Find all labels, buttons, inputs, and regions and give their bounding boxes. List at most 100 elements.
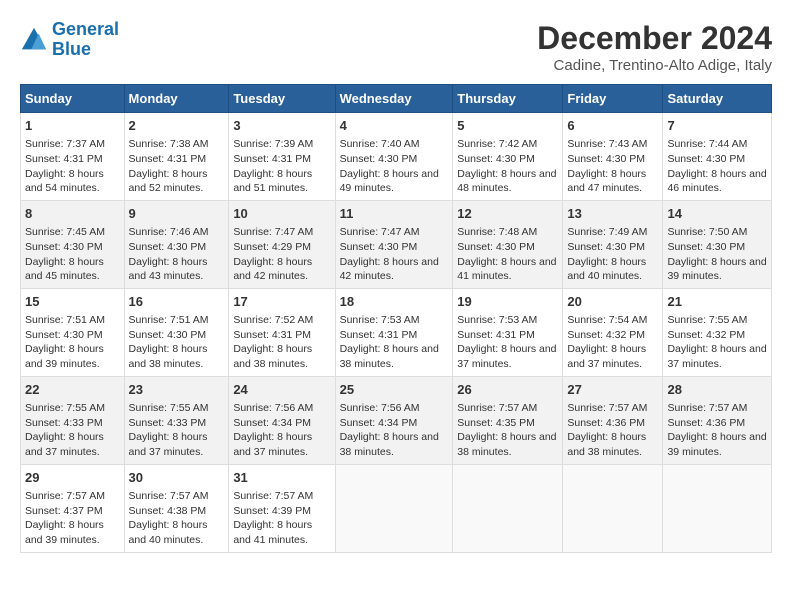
logo-icon: [20, 26, 48, 54]
cell-info: Sunrise: 7:56 AMSunset: 4:34 PMDaylight:…: [233, 401, 330, 460]
day-number: 20: [567, 293, 658, 311]
cell-info: Sunrise: 7:42 AMSunset: 4:30 PMDaylight:…: [457, 137, 558, 196]
header-row: SundayMondayTuesdayWednesdayThursdayFrid…: [21, 85, 772, 113]
day-cell: 24 Sunrise: 7:56 AMSunset: 4:34 PMDayligh…: [229, 376, 335, 464]
header-cell-friday: Friday: [563, 85, 663, 113]
week-row-2: 8Sunrise: 7:45 AMSunset: 4:30 PMDaylight…: [21, 200, 772, 288]
day-cell: 9 Sunrise: 7:46 AMSunset: 4:30 PMDaylight…: [124, 200, 229, 288]
day-number: 13: [567, 205, 658, 223]
day-cell: 10 Sunrise: 7:47 AMSunset: 4:29 PMDayligh…: [229, 200, 335, 288]
day-cell: 20 Sunrise: 7:54 AMSunset: 4:32 PMDayligh…: [563, 288, 663, 376]
day-number: 2: [129, 117, 225, 135]
cell-info: Sunrise: 7:47 AMSunset: 4:29 PMDaylight:…: [233, 225, 330, 284]
cell-info: Sunrise: 7:46 AMSunset: 4:30 PMDaylight:…: [129, 225, 225, 284]
day-number: 4: [340, 117, 449, 135]
day-cell: 17Sunrise: 7:52 AMSunset: 4:31 PMDayligh…: [229, 288, 335, 376]
cell-info: Sunrise: 7:53 AMSunset: 4:31 PMDaylight:…: [457, 313, 558, 372]
day-number: 30: [129, 469, 225, 487]
day-cell: [335, 464, 453, 552]
day-number: 10: [233, 205, 330, 223]
day-number: 24: [233, 381, 330, 399]
day-number: 3: [233, 117, 330, 135]
cell-info: Sunrise: 7:37 AMSunset: 4:31 PMDaylight:…: [25, 137, 120, 196]
day-number: 19: [457, 293, 558, 311]
day-number: 22: [25, 381, 120, 399]
day-cell: 15Sunrise: 7:51 AMSunset: 4:30 PMDayligh…: [21, 288, 125, 376]
logo: General Blue: [20, 20, 119, 60]
day-number: 25: [340, 381, 449, 399]
cell-info: Sunrise: 7:57 AMSunset: 4:36 PMDaylight:…: [667, 401, 767, 460]
title-block: December 2024 Cadine, Trentino-Alto Adig…: [537, 20, 772, 74]
day-cell: 5 Sunrise: 7:42 AMSunset: 4:30 PMDaylight…: [453, 113, 563, 201]
cell-info: Sunrise: 7:51 AMSunset: 4:30 PMDaylight:…: [25, 313, 120, 372]
calendar-table: SundayMondayTuesdayWednesdayThursdayFrid…: [20, 84, 772, 553]
day-cell: [663, 464, 772, 552]
day-cell: 16Sunrise: 7:51 AMSunset: 4:30 PMDayligh…: [124, 288, 229, 376]
day-number: 27: [567, 381, 658, 399]
header-cell-thursday: Thursday: [453, 85, 563, 113]
logo-line1: General: [52, 19, 119, 39]
week-row-5: 29Sunrise: 7:57 AMSunset: 4:37 PMDayligh…: [21, 464, 772, 552]
cell-info: Sunrise: 7:52 AMSunset: 4:31 PMDaylight:…: [233, 313, 330, 372]
day-cell: 21Sunrise: 7:55 AMSunset: 4:32 PMDayligh…: [663, 288, 772, 376]
day-cell: 28 Sunrise: 7:57 AMSunset: 4:36 PMDayligh…: [663, 376, 772, 464]
day-cell: 11Sunrise: 7:47 AMSunset: 4:30 PMDayligh…: [335, 200, 453, 288]
day-cell: 30 Sunrise: 7:57 AMSunset: 4:38 PMDayligh…: [124, 464, 229, 552]
cell-info: Sunrise: 7:57 AMSunset: 4:39 PMDaylight:…: [233, 489, 330, 548]
cell-info: Sunrise: 7:44 AMSunset: 4:30 PMDaylight:…: [667, 137, 767, 196]
day-cell: 13Sunrise: 7:49 AMSunset: 4:30 PMDayligh…: [563, 200, 663, 288]
day-cell: 25 Sunrise: 7:56 AMSunset: 4:34 PMDayligh…: [335, 376, 453, 464]
day-cell: 3 Sunrise: 7:39 AMSunset: 4:31 PMDaylight…: [229, 113, 335, 201]
day-number: 9: [129, 205, 225, 223]
day-number: 12: [457, 205, 558, 223]
cell-info: Sunrise: 7:38 AMSunset: 4:31 PMDaylight:…: [129, 137, 225, 196]
day-cell: [563, 464, 663, 552]
cell-info: Sunrise: 7:43 AMSunset: 4:30 PMDaylight:…: [567, 137, 658, 196]
day-cell: 29Sunrise: 7:57 AMSunset: 4:37 PMDayligh…: [21, 464, 125, 552]
day-number: 23: [129, 381, 225, 399]
day-number: 14: [667, 205, 767, 223]
day-cell: 27Sunrise: 7:57 AMSunset: 4:36 PMDayligh…: [563, 376, 663, 464]
header-cell-sunday: Sunday: [21, 85, 125, 113]
calendar-body: 1 Sunrise: 7:37 AMSunset: 4:31 PMDaylight…: [21, 113, 772, 553]
day-cell: 4 Sunrise: 7:40 AMSunset: 4:30 PMDaylight…: [335, 113, 453, 201]
calendar-header: SundayMondayTuesdayWednesdayThursdayFrid…: [21, 85, 772, 113]
day-number: 28: [667, 381, 767, 399]
header-cell-wednesday: Wednesday: [335, 85, 453, 113]
header-cell-tuesday: Tuesday: [229, 85, 335, 113]
cell-info: Sunrise: 7:39 AMSunset: 4:31 PMDaylight:…: [233, 137, 330, 196]
week-row-1: 1 Sunrise: 7:37 AMSunset: 4:31 PMDaylight…: [21, 113, 772, 201]
day-cell: 26Sunrise: 7:57 AMSunset: 4:35 PMDayligh…: [453, 376, 563, 464]
day-cell: 22 Sunrise: 7:55 AMSunset: 4:33 PMDayligh…: [21, 376, 125, 464]
day-number: 5: [457, 117, 558, 135]
header-cell-saturday: Saturday: [663, 85, 772, 113]
cell-info: Sunrise: 7:56 AMSunset: 4:34 PMDaylight:…: [340, 401, 449, 460]
day-number: 18: [340, 293, 449, 311]
day-cell: 6Sunrise: 7:43 AMSunset: 4:30 PMDaylight…: [563, 113, 663, 201]
day-cell: 23Sunrise: 7:55 AMSunset: 4:33 PMDayligh…: [124, 376, 229, 464]
location: Cadine, Trentino-Alto Adige, Italy: [537, 57, 772, 74]
week-row-4: 22 Sunrise: 7:55 AMSunset: 4:33 PMDayligh…: [21, 376, 772, 464]
day-number: 26: [457, 381, 558, 399]
day-number: 11: [340, 205, 449, 223]
day-cell: 8Sunrise: 7:45 AMSunset: 4:30 PMDaylight…: [21, 200, 125, 288]
logo-text: General Blue: [52, 20, 119, 60]
cell-info: Sunrise: 7:40 AMSunset: 4:30 PMDaylight:…: [340, 137, 449, 196]
cell-info: Sunrise: 7:55 AMSunset: 4:33 PMDaylight:…: [25, 401, 120, 460]
cell-info: Sunrise: 7:50 AMSunset: 4:30 PMDaylight:…: [667, 225, 767, 284]
page-header: General Blue December 2024 Cadine, Trent…: [20, 20, 772, 74]
header-cell-monday: Monday: [124, 85, 229, 113]
day-number: 29: [25, 469, 120, 487]
day-number: 1: [25, 117, 120, 135]
day-cell: [453, 464, 563, 552]
week-row-3: 15Sunrise: 7:51 AMSunset: 4:30 PMDayligh…: [21, 288, 772, 376]
cell-info: Sunrise: 7:53 AMSunset: 4:31 PMDaylight:…: [340, 313, 449, 372]
day-number: 8: [25, 205, 120, 223]
cell-info: Sunrise: 7:57 AMSunset: 4:38 PMDaylight:…: [129, 489, 225, 548]
day-cell: 18 Sunrise: 7:53 AMSunset: 4:31 PMDayligh…: [335, 288, 453, 376]
page-container: General Blue December 2024 Cadine, Trent…: [20, 20, 772, 553]
day-cell: 12Sunrise: 7:48 AMSunset: 4:30 PMDayligh…: [453, 200, 563, 288]
month-title: December 2024: [537, 20, 772, 57]
cell-info: Sunrise: 7:54 AMSunset: 4:32 PMDaylight:…: [567, 313, 658, 372]
day-number: 16: [129, 293, 225, 311]
